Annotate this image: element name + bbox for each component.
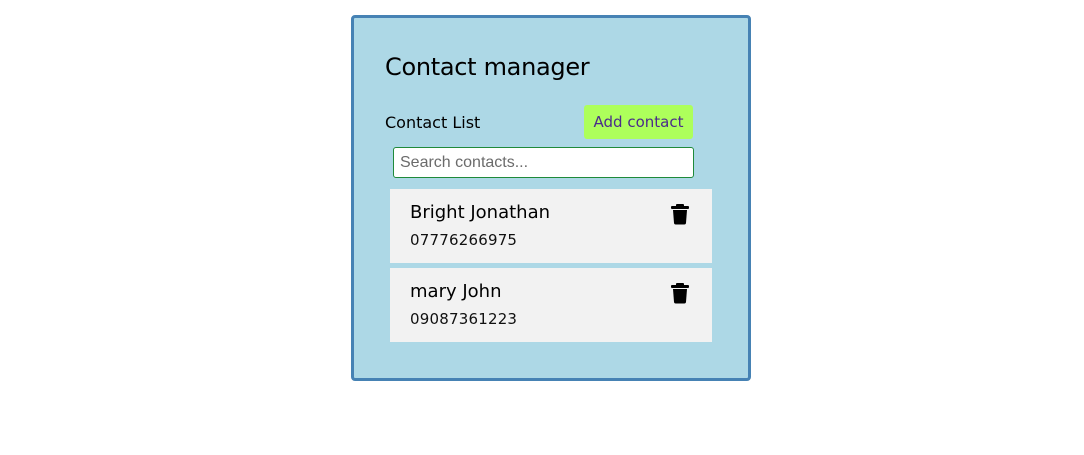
page-title: Contact manager: [385, 53, 590, 81]
contact-item[interactable]: mary John 09087361223: [390, 268, 712, 342]
contact-phone: 09087361223: [410, 310, 518, 328]
contact-name: Bright Jonathan: [410, 202, 551, 223]
trash-icon[interactable]: [670, 282, 690, 304]
search-input[interactable]: [393, 147, 694, 178]
contact-phone: 07776266975: [410, 231, 518, 249]
contact-manager-card: Contact manager Contact List Add contact…: [351, 15, 751, 381]
add-contact-button[interactable]: Add contact: [584, 105, 693, 139]
contact-name: mary John: [410, 281, 502, 302]
contact-item[interactable]: Bright Jonathan 07776266975: [390, 189, 712, 263]
trash-icon[interactable]: [670, 203, 690, 225]
contact-list-label: Contact List: [385, 113, 481, 132]
